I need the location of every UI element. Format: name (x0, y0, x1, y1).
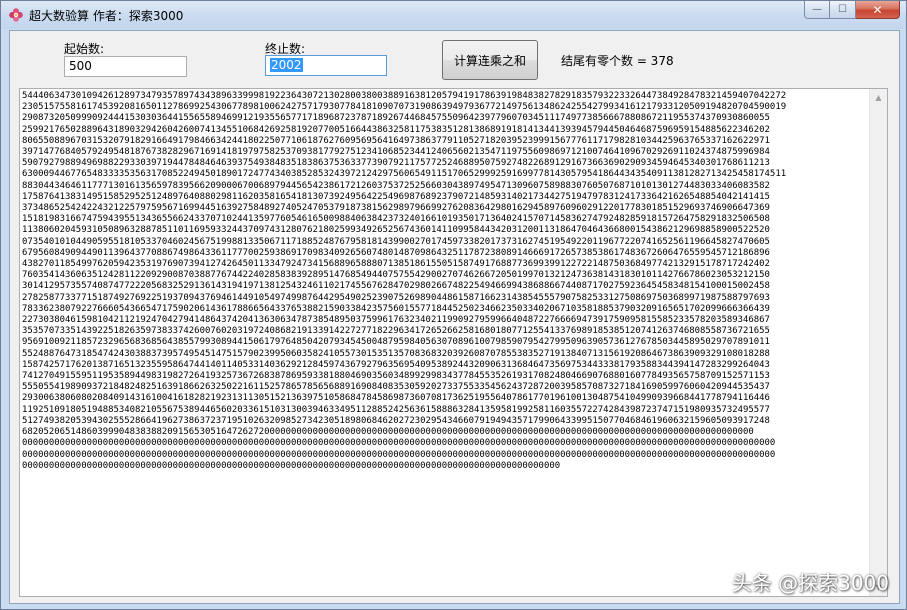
result-number-text: 5444063473010942612897347935789743438963… (22, 91, 870, 594)
close-button[interactable]: ✕ (856, 1, 900, 19)
result-line: 1758764138314951585295251248976408802981… (22, 191, 770, 202)
client-area: 起始数: 500 终止数: 2002 计算连乘之和 结尾有零个数 = 378 5… (9, 30, 900, 604)
result-line: 3971477684057924954818767382829671691418… (22, 147, 770, 158)
result-line: 2273038046159810421121924704279414864374… (22, 315, 770, 326)
end-number-value: 2002 (270, 58, 303, 72)
result-line: 5444063473010942612897347935789743438963… (22, 91, 787, 101)
maximize-button[interactable]: ☐ (830, 1, 856, 19)
result-line: 1192510918051948853408210556753894465602… (22, 404, 770, 415)
start-number-label: 起始数: (64, 42, 105, 56)
result-line: 2908732050999092444153030364415565589469… (22, 113, 770, 124)
result-textbox[interactable]: 5444063473010942612897347935789743438963… (19, 88, 888, 597)
result-line: 7603541436063512428112209290087038877674… (22, 270, 770, 281)
scroll-up-arrow-icon[interactable]: ▲ (870, 89, 887, 106)
trailing-zero-count-text: 结尾有零个数 = 378 (561, 54, 674, 68)
result-line: 5907927988949698822933039719447848464639… (22, 158, 770, 169)
minimize-button[interactable]: — (804, 1, 830, 19)
result-line: 2782587733771518749276922519370943769461… (22, 292, 770, 303)
result-line: 1138060204593105089632887851101169593324… (22, 225, 770, 236)
result-line: 1518198316674759439551343655662433707102… (22, 214, 770, 225)
result-line: 1587425717620138716513235595864744140114… (22, 359, 770, 370)
result-line: 5550554198909372184824825163918662632502… (22, 382, 770, 393)
window-title: 超大数验算 作者：探索3000 (29, 9, 184, 23)
result-line: 2305157558161745392081650112786992543067… (22, 102, 787, 113)
result-line: 2930063806080208409143161004161828219231… (22, 393, 770, 404)
result-line: 6300094467765483333535631708522494501890… (22, 169, 787, 180)
result-line: 7412704915595119535894498319827264193257… (22, 371, 770, 382)
result-line: 0000000000000000000000000000000000000000… (22, 449, 776, 460)
result-line: 0735401010449059551810533704602456751998… (22, 236, 770, 247)
result-line: 8830443464611777130161356597839566209000… (22, 180, 770, 191)
watermark-text: 头条 @探索3000 (731, 571, 889, 595)
title-bar[interactable]: 超大数验算 作者：探索3000 — ☐ ✕ (1, 1, 906, 29)
end-number-input[interactable]: 2002 (265, 55, 387, 76)
result-line: 7833623807922766605436654717590206143617… (22, 303, 770, 314)
compute-product-sum-button[interactable]: 计算连乘之和 (442, 40, 538, 80)
result-line: 6820520651486039990483838820915653051647… (22, 427, 754, 438)
vertical-scrollbar[interactable]: ▲ ▼ (869, 89, 887, 596)
app-flower-icon (9, 8, 23, 22)
result-line: 3535707335143922518263597383374260076020… (22, 326, 770, 337)
result-line: 6795608490944901139643770886749864336117… (22, 247, 770, 258)
result-line: 5127493820539430255528664196273863723719… (22, 415, 770, 426)
window-controls: — ☐ ✕ (804, 1, 900, 19)
result-line: 2599217650288964318903294260426007413455… (22, 124, 770, 135)
result-line: 3014129573557408747722205683252913614319… (22, 281, 770, 292)
start-number-input[interactable]: 500 (64, 56, 187, 77)
result-line: 5524887647318547424303883739574954514751… (22, 348, 770, 359)
result-line: 8065508896703153207918291664917984663424… (22, 135, 770, 146)
result-line: 4382701185499762059423531976907394127426… (22, 259, 770, 270)
result-line: 3734865254242243212257975956716994451639… (22, 203, 770, 214)
result-line: 0000000000000000000000000000000000000000… (22, 460, 561, 471)
app-window: 超大数验算 作者：探索3000 — ☐ ✕ 起始数: 500 终止数: 2002… (0, 0, 907, 610)
result-line: 9569100921185723296568368564385579930894… (22, 337, 770, 348)
result-line: 0000000000000000000000000000000000000000… (22, 438, 776, 449)
